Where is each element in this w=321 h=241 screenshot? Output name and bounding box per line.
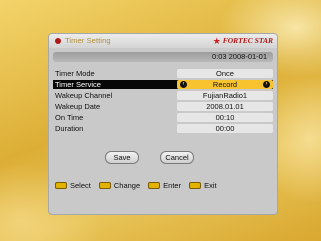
legend-select: Select — [55, 181, 91, 190]
enter-key-icon — [148, 181, 161, 189]
brand-name: FORTEC STAR — [222, 36, 273, 45]
duration-label: Duration — [55, 124, 84, 133]
left-arrow-icon[interactable]: ‹ — [180, 81, 187, 88]
row-wakeup-date[interactable]: Wakeup Date 2008.01.01 — [53, 102, 273, 111]
legend-change: Change — [98, 180, 141, 190]
right-arrow-icon[interactable]: › — [263, 81, 270, 88]
current-date-time: 0:03 2008-01-01 — [211, 52, 267, 61]
timer-service-selector[interactable]: ‹ Record › — [177, 80, 273, 89]
timer-mode-value[interactable]: Once — [177, 69, 273, 78]
date-time-bar: 0:03 2008-01-01 — [53, 52, 273, 62]
legend-exit-label: Exit — [204, 180, 217, 190]
row-on-time[interactable]: On Time 00:10 — [53, 113, 273, 122]
row-wakeup-channel[interactable]: Wakeup Channel FujianRadio1 — [53, 91, 273, 100]
wakeup-channel-value[interactable]: FujianRadio1 — [177, 91, 273, 100]
legend-change-label: Change — [113, 180, 141, 190]
on-time-label: On Time — [55, 113, 84, 122]
wakeup-channel-label: Wakeup Channel — [55, 91, 113, 100]
timer-mode-label: Timer Mode — [55, 69, 95, 78]
title-dot-icon — [55, 38, 61, 44]
ok-key-icon — [55, 181, 67, 189]
legend-select-label: Select — [70, 180, 91, 190]
timer-setting-dialog: Timer Setting ★ FORTEC STAR 0:03 2008-01… — [49, 34, 277, 214]
arrow-key-icon — [98, 181, 111, 189]
on-time-value[interactable]: 00:10 — [177, 113, 273, 122]
legend-enter-label: Enter — [163, 180, 182, 190]
row-timer-service[interactable]: Timer Service ‹ Record › — [53, 80, 273, 89]
row-duration[interactable]: Duration 00:00 — [53, 124, 273, 133]
brand-logo: ★ FORTEC STAR — [213, 36, 273, 46]
key-legend-bar: Select Change Enter Exit — [49, 178, 277, 192]
star-icon: ★ — [212, 36, 221, 46]
duration-value[interactable]: 00:00 — [177, 124, 273, 133]
exit-key-icon — [189, 181, 202, 189]
save-button[interactable]: Save — [105, 151, 139, 164]
timer-service-value: Record — [212, 80, 238, 89]
wakeup-date-value[interactable]: 2008.01.01 — [177, 102, 273, 111]
wakeup-date-label: Wakeup Date — [55, 102, 101, 111]
legend-enter: Enter — [148, 181, 181, 190]
dialog-header: Timer Setting ★ FORTEC STAR — [49, 34, 277, 48]
timer-service-label: Timer Service — [55, 80, 101, 89]
row-timer-mode[interactable]: Timer Mode Once — [53, 69, 273, 78]
dialog-title: Timer Setting — [65, 36, 111, 45]
legend-exit: Exit — [189, 181, 217, 190]
cancel-button[interactable]: Cancel — [160, 151, 194, 164]
